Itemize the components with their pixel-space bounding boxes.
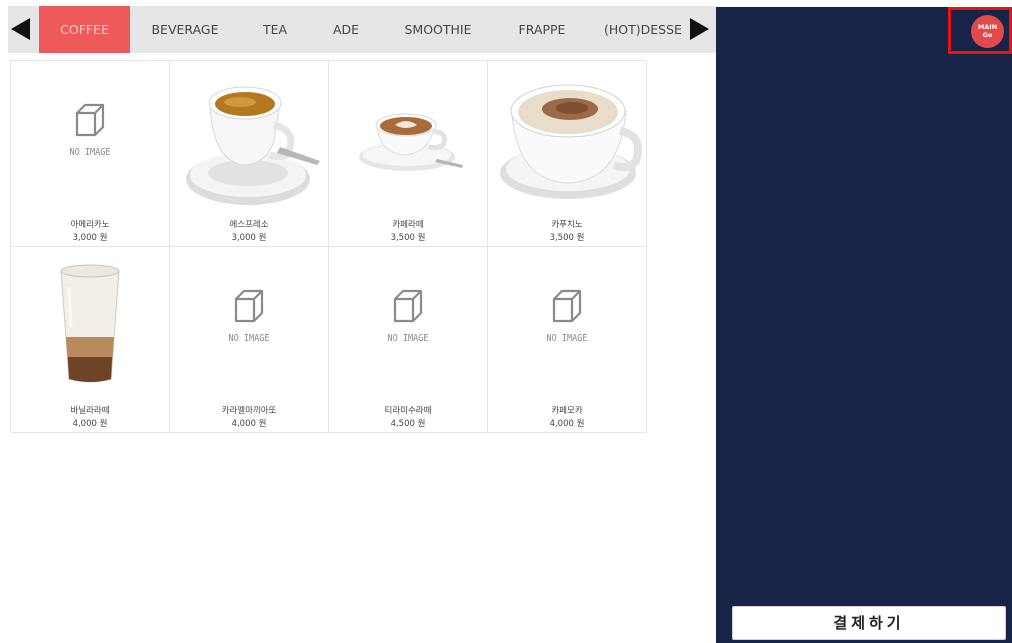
product-name: 카페라떼	[392, 220, 424, 230]
box-icon	[552, 289, 582, 323]
product-price: 3,500 원	[390, 233, 426, 243]
product-price: 4,500 원	[390, 419, 426, 429]
tab-tea[interactable]: TEA	[248, 6, 302, 53]
no-image-label: NO IMAGE	[387, 333, 429, 344]
tab-coffee[interactable]: COFFEE	[39, 6, 130, 53]
tab-frappe[interactable]: FRAPPE	[504, 6, 580, 53]
product-card[interactable]: NO IMAGE 카라멜마끼아또 4,000 원	[170, 247, 329, 433]
main-go-line1: MAIN	[977, 23, 998, 31]
kiosk-app: COFFEE BEVERAGE TEA ADE SMOOTHIE FRAPPE …	[0, 0, 1012, 643]
box-icon	[75, 103, 105, 137]
no-image-placeholder: NO IMAGE	[170, 287, 328, 344]
tab-beverage[interactable]: BEVERAGE	[140, 6, 230, 53]
product-price: 4,000 원	[231, 419, 267, 429]
product-card[interactable]: 카푸치노 3,500 원	[488, 61, 647, 247]
product-price: 4,000 원	[72, 419, 108, 429]
product-price: 3,000 원	[72, 233, 108, 243]
order-sidebar: MAIN Go 결제하기	[716, 7, 1012, 643]
product-card[interactable]: 에스프레소 3,000 원	[170, 61, 329, 247]
category-tab-bar: COFFEE BEVERAGE TEA ADE SMOOTHIE FRAPPE …	[8, 6, 716, 53]
no-image-label: NO IMAGE	[69, 147, 111, 158]
pay-button[interactable]: 결제하기	[732, 606, 1006, 640]
product-grid: NO IMAGE 아메리카노 3,000 원 에스프레소 3,000 원 카페라…	[10, 60, 647, 433]
box-icon	[393, 289, 423, 323]
product-name: 카라멜마끼아또	[221, 406, 277, 416]
product-card[interactable]: 바닐라라떼 4,000 원	[11, 247, 170, 433]
product-name: 티라미수라떼	[384, 406, 432, 416]
product-card[interactable]: NO IMAGE 티라미수라떼 4,500 원	[329, 247, 488, 433]
product-name: 아메리카노	[70, 220, 110, 230]
no-image-placeholder: NO IMAGE	[329, 287, 487, 344]
menu-area: COFFEE BEVERAGE TEA ADE SMOOTHIE FRAPPE …	[0, 0, 716, 643]
product-card[interactable]: NO IMAGE 카페모카 4,000 원	[488, 247, 647, 433]
product-price: 3,500 원	[549, 233, 585, 243]
next-arrow-icon[interactable]	[690, 18, 709, 40]
main-go-highlight: MAIN Go	[948, 7, 1012, 54]
no-image-placeholder: NO IMAGE	[488, 287, 646, 344]
tab-hot-dessert[interactable]: (HOT)DESSE	[604, 6, 684, 53]
product-name: 카푸치노	[551, 220, 583, 230]
main-go-button[interactable]: MAIN Go	[971, 15, 1004, 48]
product-name: 에스프레소	[229, 220, 269, 230]
no-image-label: NO IMAGE	[228, 333, 270, 344]
product-card[interactable]: NO IMAGE 아메리카노 3,000 원	[11, 61, 170, 247]
tab-smoothie[interactable]: SMOOTHIE	[390, 6, 486, 53]
cappuccino-cup-image	[500, 84, 642, 199]
product-price: 3,000 원	[231, 233, 267, 243]
product-name: 카페모카	[551, 406, 583, 416]
tab-ade[interactable]: ADE	[318, 6, 374, 53]
box-icon	[234, 289, 264, 323]
product-price: 4,000 원	[549, 419, 585, 429]
espresso-cup-image	[186, 86, 320, 205]
product-card[interactable]: 카페라떼 3,500 원	[329, 61, 488, 247]
no-image-placeholder: NO IMAGE	[11, 101, 169, 158]
iced-latte-glass-image	[60, 264, 120, 383]
prev-arrow-icon[interactable]	[11, 18, 30, 40]
latte-cup-image	[359, 113, 463, 171]
main-go-line2: Go	[982, 31, 993, 39]
product-name: 바닐라라떼	[70, 406, 110, 416]
no-image-label: NO IMAGE	[546, 333, 588, 344]
